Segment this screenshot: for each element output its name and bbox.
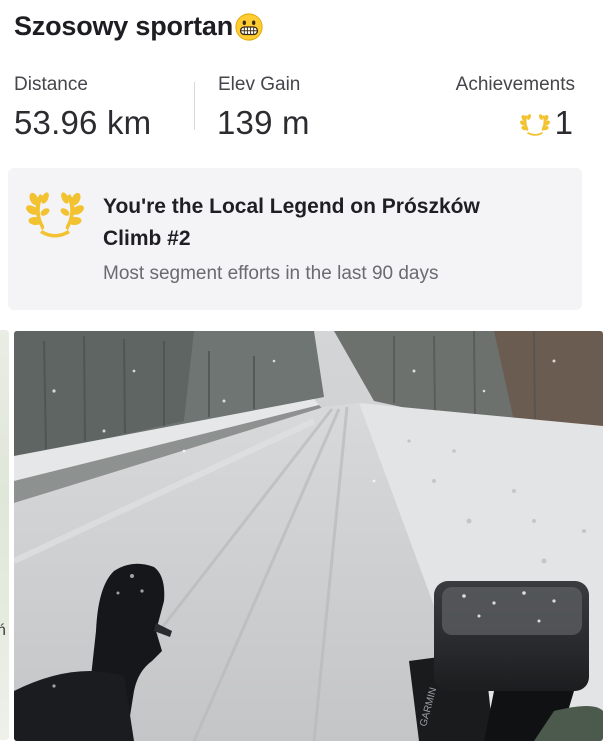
achievements-value[interactable]: 1	[519, 104, 573, 142]
laurel-icon	[519, 114, 550, 136]
map-edge-text: ń	[0, 622, 6, 639]
local-legend-subtitle: Most segment efforts in the last 90 days	[103, 263, 439, 284]
stats-divider	[194, 82, 195, 130]
achievements-label: Achievements	[455, 74, 575, 95]
activity-title-text: Szosowy sportan	[14, 10, 234, 41]
achievements-count: 1	[554, 104, 573, 141]
activity-photo[interactable]: GARMIN	[14, 331, 603, 741]
local-legend-title: You're the Local Legend on Prószków Clim…	[103, 195, 480, 250]
distance-value: 53.96 km	[14, 104, 152, 141]
snowy-road-photo: GARMIN	[14, 331, 603, 741]
elev-gain-value: 139 m	[217, 104, 310, 141]
previous-map-card-edge[interactable]	[0, 330, 9, 740]
grinning-face-emoji-icon	[235, 13, 263, 41]
activity-title[interactable]: Szosowy sportan	[14, 10, 264, 42]
laurel-wreath-icon	[26, 192, 84, 238]
activity-page: Szosowy sportan Distance 53.96 km Elev G…	[0, 0, 603, 750]
local-legend-card[interactable]: You're the Local Legend on Prószków Clim…	[8, 168, 582, 310]
elev-gain-label: Elev Gain	[218, 74, 301, 95]
distance-label: Distance	[14, 74, 88, 95]
